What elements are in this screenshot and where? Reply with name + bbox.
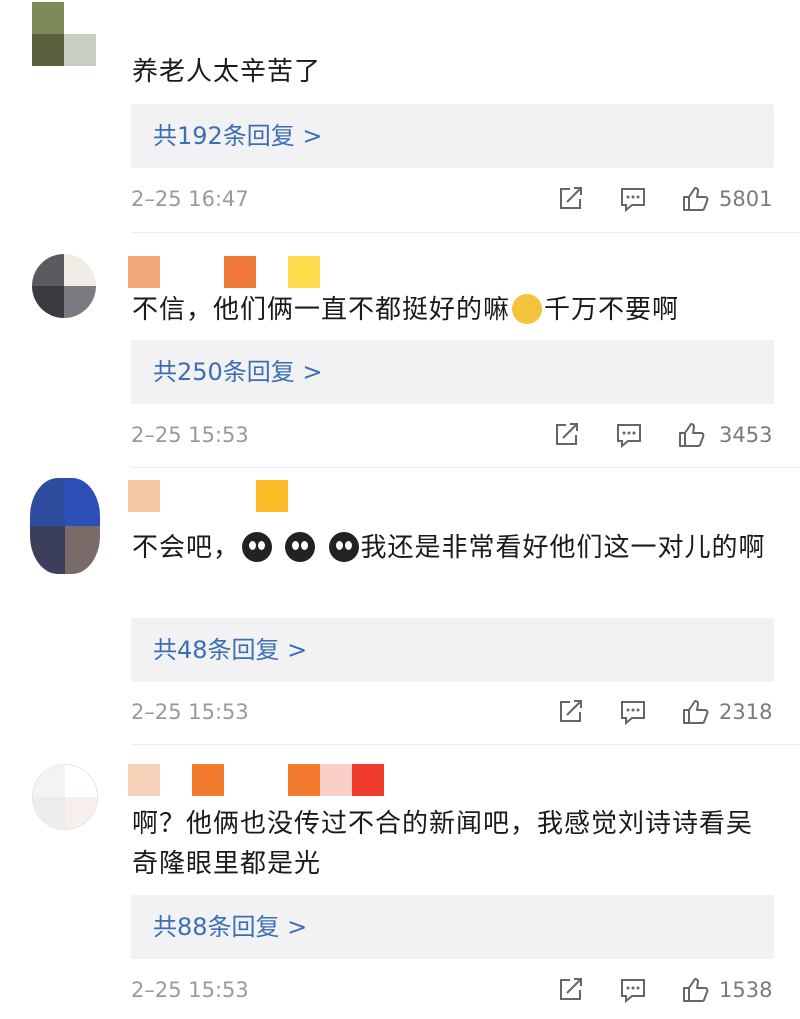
divider bbox=[131, 744, 800, 745]
username-pixel bbox=[128, 480, 160, 512]
share-icon[interactable] bbox=[556, 976, 584, 1004]
reply-count-button[interactable]: 共250条回复 > bbox=[131, 340, 774, 404]
comment-meta: 2–25 15:53 2318 bbox=[131, 692, 774, 732]
timestamp: 2–25 15:53 bbox=[131, 423, 249, 447]
crying-emoji-icon bbox=[328, 532, 359, 562]
comment-meta: 2–25 15:53 1538 bbox=[131, 970, 774, 1010]
avatar-pixel bbox=[65, 478, 100, 526]
avatar-pixel bbox=[64, 254, 96, 286]
comment-text: 不会吧， 我还是非常看好他们这一对儿的啊 bbox=[132, 528, 772, 568]
like-count: 1538 bbox=[719, 978, 773, 1002]
like-count: 2318 bbox=[719, 700, 773, 724]
username-pixel bbox=[320, 764, 352, 796]
reply-count-label: 共250条回复 > bbox=[153, 358, 323, 386]
share-icon[interactable] bbox=[556, 185, 584, 213]
username-pixel bbox=[192, 480, 224, 512]
username-pixel bbox=[256, 256, 288, 288]
comment-text-part: 不会吧， bbox=[132, 533, 241, 563]
avatar[interactable] bbox=[32, 764, 98, 830]
reply-count-button[interactable]: 共48条回复 > bbox=[131, 618, 774, 682]
username-pixel bbox=[288, 764, 320, 796]
username-pixel bbox=[288, 256, 320, 288]
avatar-pixel bbox=[65, 526, 100, 574]
reply-count-label: 共192条回复 > bbox=[153, 122, 323, 150]
avatar[interactable] bbox=[32, 254, 96, 318]
avatar-pixel bbox=[32, 2, 64, 34]
share-icon[interactable] bbox=[552, 421, 580, 449]
username-pixel bbox=[256, 764, 288, 796]
avatar-pixel bbox=[32, 34, 64, 66]
avatar-pixel bbox=[33, 765, 65, 797]
avatar-pixel bbox=[32, 254, 64, 286]
comment-text-part: 不信，他们俩一直不都挺好的嘛 bbox=[132, 295, 511, 325]
like-count: 3453 bbox=[719, 423, 773, 447]
comment-icon[interactable] bbox=[615, 421, 643, 449]
thumbs-up-icon[interactable] bbox=[681, 976, 709, 1004]
avatar-pixel bbox=[32, 286, 64, 318]
avatar-pixel bbox=[64, 34, 96, 66]
username-blurred[interactable] bbox=[128, 480, 288, 512]
timestamp: 2–25 15:53 bbox=[131, 700, 249, 724]
avatar-pixel bbox=[30, 526, 65, 574]
reply-count-button[interactable]: 共88条回复 > bbox=[131, 895, 774, 959]
avatar-pixel bbox=[64, 286, 96, 318]
comment-text-part: 我还是非常看好他们这一对儿的啊 bbox=[360, 533, 766, 563]
comment-meta: 2–25 15:53 3453 bbox=[131, 415, 774, 455]
username-pixel bbox=[256, 480, 288, 512]
username-pixel bbox=[192, 764, 224, 796]
comment-text: 不信，他们俩一直不都挺好的嘛 千万不要啊 bbox=[132, 290, 772, 330]
avatar-pixel bbox=[33, 797, 65, 829]
reply-count-label: 共48条回复 > bbox=[153, 636, 308, 664]
thumbs-up-icon[interactable] bbox=[677, 421, 705, 449]
comment-icon[interactable] bbox=[619, 185, 647, 213]
divider bbox=[131, 467, 800, 468]
reply-count-label: 共88条回复 > bbox=[153, 913, 308, 941]
comment-text: 养老人太辛苦了 bbox=[132, 57, 322, 87]
share-icon[interactable] bbox=[556, 698, 584, 726]
crying-emoji-icon bbox=[512, 294, 543, 324]
avatar-pixel bbox=[65, 765, 97, 797]
username-pixel bbox=[224, 256, 256, 288]
username-pixel bbox=[128, 256, 160, 288]
like-count: 5801 bbox=[719, 187, 773, 211]
timestamp: 2–25 15:53 bbox=[131, 978, 249, 1002]
username-pixel bbox=[224, 480, 256, 512]
username-pixel bbox=[352, 764, 384, 796]
thumbs-up-icon[interactable] bbox=[681, 698, 709, 726]
avatar-pixel bbox=[65, 797, 97, 829]
username-pixel bbox=[160, 256, 192, 288]
username-pixel bbox=[192, 256, 224, 288]
reply-count-button[interactable]: 共192条回复 > bbox=[131, 104, 774, 168]
crying-emoji-icon bbox=[242, 532, 273, 562]
avatar-pixel bbox=[30, 478, 65, 526]
thumbs-up-icon[interactable] bbox=[681, 185, 709, 213]
avatar-pixel bbox=[64, 2, 96, 34]
username-blurred[interactable] bbox=[128, 256, 320, 288]
username-pixel bbox=[224, 764, 256, 796]
comment-icon[interactable] bbox=[619, 698, 647, 726]
timestamp: 2–25 16:47 bbox=[131, 187, 249, 211]
avatar[interactable] bbox=[30, 478, 100, 574]
comment-text: 啊？他俩也没传过不合的新闻吧，我感觉刘诗诗看吴奇隆眼里都是光 bbox=[132, 809, 754, 879]
divider bbox=[131, 232, 800, 233]
username-blurred[interactable] bbox=[128, 764, 384, 796]
avatar[interactable] bbox=[32, 2, 96, 66]
username-pixel bbox=[160, 764, 192, 796]
comment-text-part: 千万不要啊 bbox=[544, 295, 680, 325]
crying-emoji-icon bbox=[285, 532, 316, 562]
comment-icon[interactable] bbox=[619, 976, 647, 1004]
comment-meta: 2–25 16:47 5801 bbox=[131, 179, 774, 219]
username-pixel bbox=[160, 480, 192, 512]
username-pixel bbox=[128, 764, 160, 796]
